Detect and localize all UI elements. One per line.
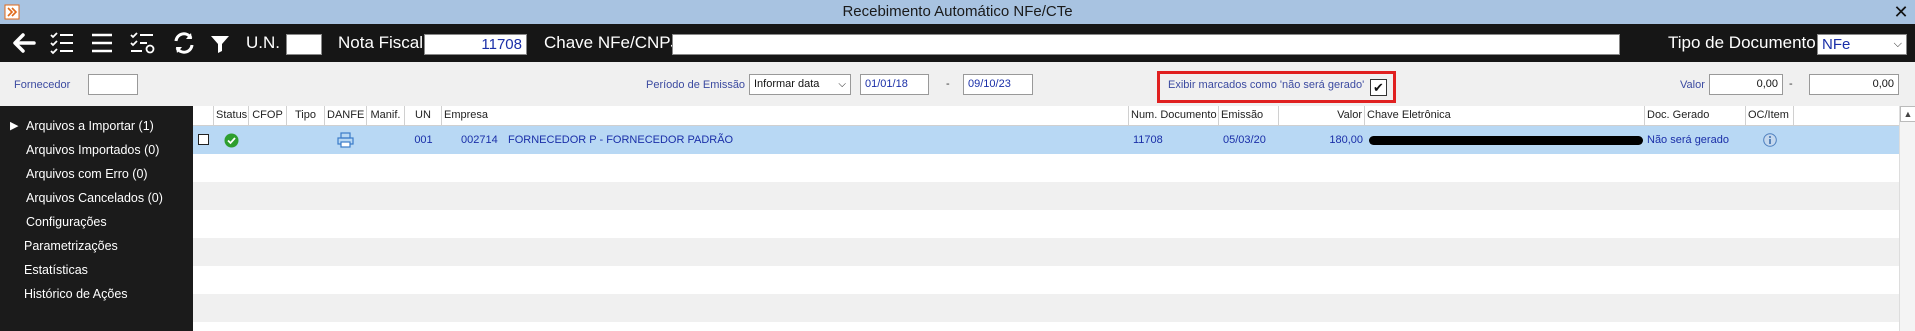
column-header-un[interactable]: UN	[405, 106, 442, 126]
row-checkbox[interactable]	[198, 134, 209, 145]
list-icon[interactable]	[88, 30, 116, 56]
sidebar-item-historico-de-acoes[interactable]: Histórico de Ações	[0, 282, 193, 306]
filter-icon[interactable]	[206, 30, 234, 56]
empty-row	[193, 182, 1899, 210]
column-header-cfop[interactable]: CFOP	[249, 106, 287, 126]
column-header-emissao[interactable]: Emissão	[1219, 106, 1279, 126]
chave-field[interactable]	[672, 34, 1620, 55]
cell-num-documento: 11708	[1133, 134, 1163, 146]
close-icon[interactable]: ✕	[1891, 2, 1911, 22]
date-separator: -	[946, 78, 950, 90]
scroll-up-icon[interactable]: ▲	[1900, 106, 1915, 122]
periodo-select-value: Informar data	[754, 78, 820, 90]
filter-bar: Fornecedor Período de Emissão Informar d…	[0, 62, 1915, 106]
sidebar-item-label: Estatísticas	[24, 263, 88, 277]
sidebar-item-arquivos-importados[interactable]: Arquivos Importados (0)	[0, 138, 193, 162]
cell-empresa-code: 002714	[461, 134, 498, 146]
back-arrow-icon[interactable]	[10, 30, 38, 56]
tipo-documento-value: NFe	[1822, 36, 1851, 53]
valor-to-field[interactable]: 0,00	[1809, 74, 1899, 95]
info-icon[interactable]	[1763, 133, 1777, 147]
column-header-oc-item[interactable]: OC/Item	[1746, 106, 1794, 126]
printer-icon[interactable]	[337, 132, 354, 148]
table-row[interactable]: 001 002714 FORNECEDOR P - FORNECEDOR PAD…	[193, 126, 1899, 154]
column-header-manif[interactable]: Manif.	[367, 106, 405, 126]
tipo-documento-select[interactable]: NFe ⌵	[1817, 34, 1907, 55]
tipo-documento-label: Tipo de Documento	[1668, 33, 1816, 52]
cell-un: 001	[414, 134, 433, 146]
sidebar-item-label: Parametrizações	[24, 239, 118, 253]
chave-label: Chave NFe/CNPJ	[544, 33, 680, 52]
sidebar-item-parametrizacoes[interactable]: Parametrizações	[0, 234, 193, 258]
column-header-empresa[interactable]: Empresa	[442, 106, 1129, 126]
periodo-emissao-label: Período de Emissão	[646, 79, 746, 91]
grid-header: Status CFOP Tipo DANFE Manif. UN Empresa…	[193, 106, 1899, 126]
vertical-scrollbar[interactable]: ▲	[1899, 106, 1915, 331]
sidebar-item-estatisticas[interactable]: Estatísticas	[0, 258, 193, 282]
un-label: U.N.	[246, 33, 280, 52]
empty-row	[193, 294, 1899, 322]
sidebar-item-label: Arquivos Importados (0)	[26, 143, 160, 157]
valor-label: Valor	[1680, 79, 1705, 91]
valor-separator: -	[1789, 78, 1793, 90]
empty-row	[193, 154, 1899, 182]
exibir-marcados-label: Exibir marcados como 'não será gerado'	[1168, 79, 1365, 91]
documents-grid: Status CFOP Tipo DANFE Manif. UN Empresa…	[193, 106, 1915, 331]
empty-row	[193, 238, 1899, 266]
date-to-field[interactable]: 09/10/23	[963, 74, 1033, 95]
column-header-chave-eletronica[interactable]: Chave Eletrônica	[1365, 106, 1645, 126]
column-header-select	[193, 106, 214, 126]
un-field[interactable]	[286, 34, 322, 55]
nota-fiscal-label: Nota Fiscal	[338, 33, 424, 52]
window-title: Recebimento Automático NFe/CTe	[842, 3, 1073, 20]
column-header-tipo[interactable]: Tipo	[287, 106, 325, 126]
chevron-down-icon: ⌵	[1893, 38, 1902, 50]
exibir-marcados-checkbox[interactable]: ✔	[1370, 79, 1387, 96]
sidebar-item-arquivos-com-erro[interactable]: Arquivos com Erro (0)	[0, 162, 193, 186]
column-header-num-documento[interactable]: Num. Documento	[1129, 106, 1219, 126]
column-header-doc-gerado[interactable]: Doc. Gerado	[1645, 106, 1746, 126]
column-header-valor[interactable]: Valor	[1279, 106, 1365, 126]
sidebar-item-label: Arquivos a Importar (1)	[26, 119, 154, 133]
refresh-icon[interactable]	[170, 30, 198, 56]
cell-cfop	[249, 126, 287, 154]
sidebar-item-arquivos-cancelados[interactable]: Arquivos Cancelados (0)	[0, 186, 193, 210]
empty-row	[193, 210, 1899, 238]
periodo-select[interactable]: Informar data ⌵	[749, 74, 851, 95]
cell-doc-gerado: Não será gerado	[1647, 134, 1729, 146]
cell-tipo	[287, 126, 325, 154]
fornecedor-field[interactable]	[88, 74, 138, 95]
empty-row	[193, 266, 1899, 294]
cell-empresa-name: FORNECEDOR P - FORNECEDOR PADRÃO	[508, 134, 734, 146]
nota-fiscal-field[interactable]: 11708	[424, 34, 527, 55]
expand-triangle-icon: ▶	[10, 120, 19, 132]
sidebar-item-label: Arquivos Cancelados (0)	[26, 191, 163, 205]
cell-valor: 180,00	[1329, 134, 1363, 146]
sidebar-item-arquivos-a-importar[interactable]: ▶ Arquivos a Importar (1)	[0, 114, 193, 138]
sidebar: ▶ Arquivos a Importar (1) Arquivos Impor…	[0, 106, 193, 331]
toolbar: U.N. Nota Fiscal 11708 Chave NFe/CNPJ Ti…	[0, 24, 1915, 62]
sidebar-item-configuracoes[interactable]: Configurações	[0, 210, 193, 234]
cell-chave-redacted	[1369, 136, 1643, 145]
chevron-down-icon: ⌵	[838, 79, 846, 90]
title-bar: Recebimento Automático NFe/CTe ✕	[0, 0, 1915, 24]
column-header-danfe[interactable]: DANFE	[325, 106, 367, 126]
checklist-icon[interactable]	[48, 30, 76, 56]
empty-row	[193, 322, 1899, 331]
status-ok-icon	[224, 133, 239, 148]
cell-emissao: 05/03/20	[1223, 134, 1266, 146]
date-from-field[interactable]: 01/01/18	[860, 74, 929, 95]
sidebar-item-label: Configurações	[26, 215, 107, 229]
checklist-settings-icon[interactable]	[128, 30, 156, 56]
sidebar-item-label: Histórico de Ações	[24, 287, 128, 301]
valor-from-field[interactable]: 0,00	[1709, 74, 1783, 95]
fornecedor-label: Fornecedor	[14, 79, 71, 91]
sidebar-item-label: Arquivos com Erro (0)	[26, 167, 148, 181]
column-header-status[interactable]: Status	[214, 106, 249, 126]
cell-manif	[367, 126, 405, 154]
